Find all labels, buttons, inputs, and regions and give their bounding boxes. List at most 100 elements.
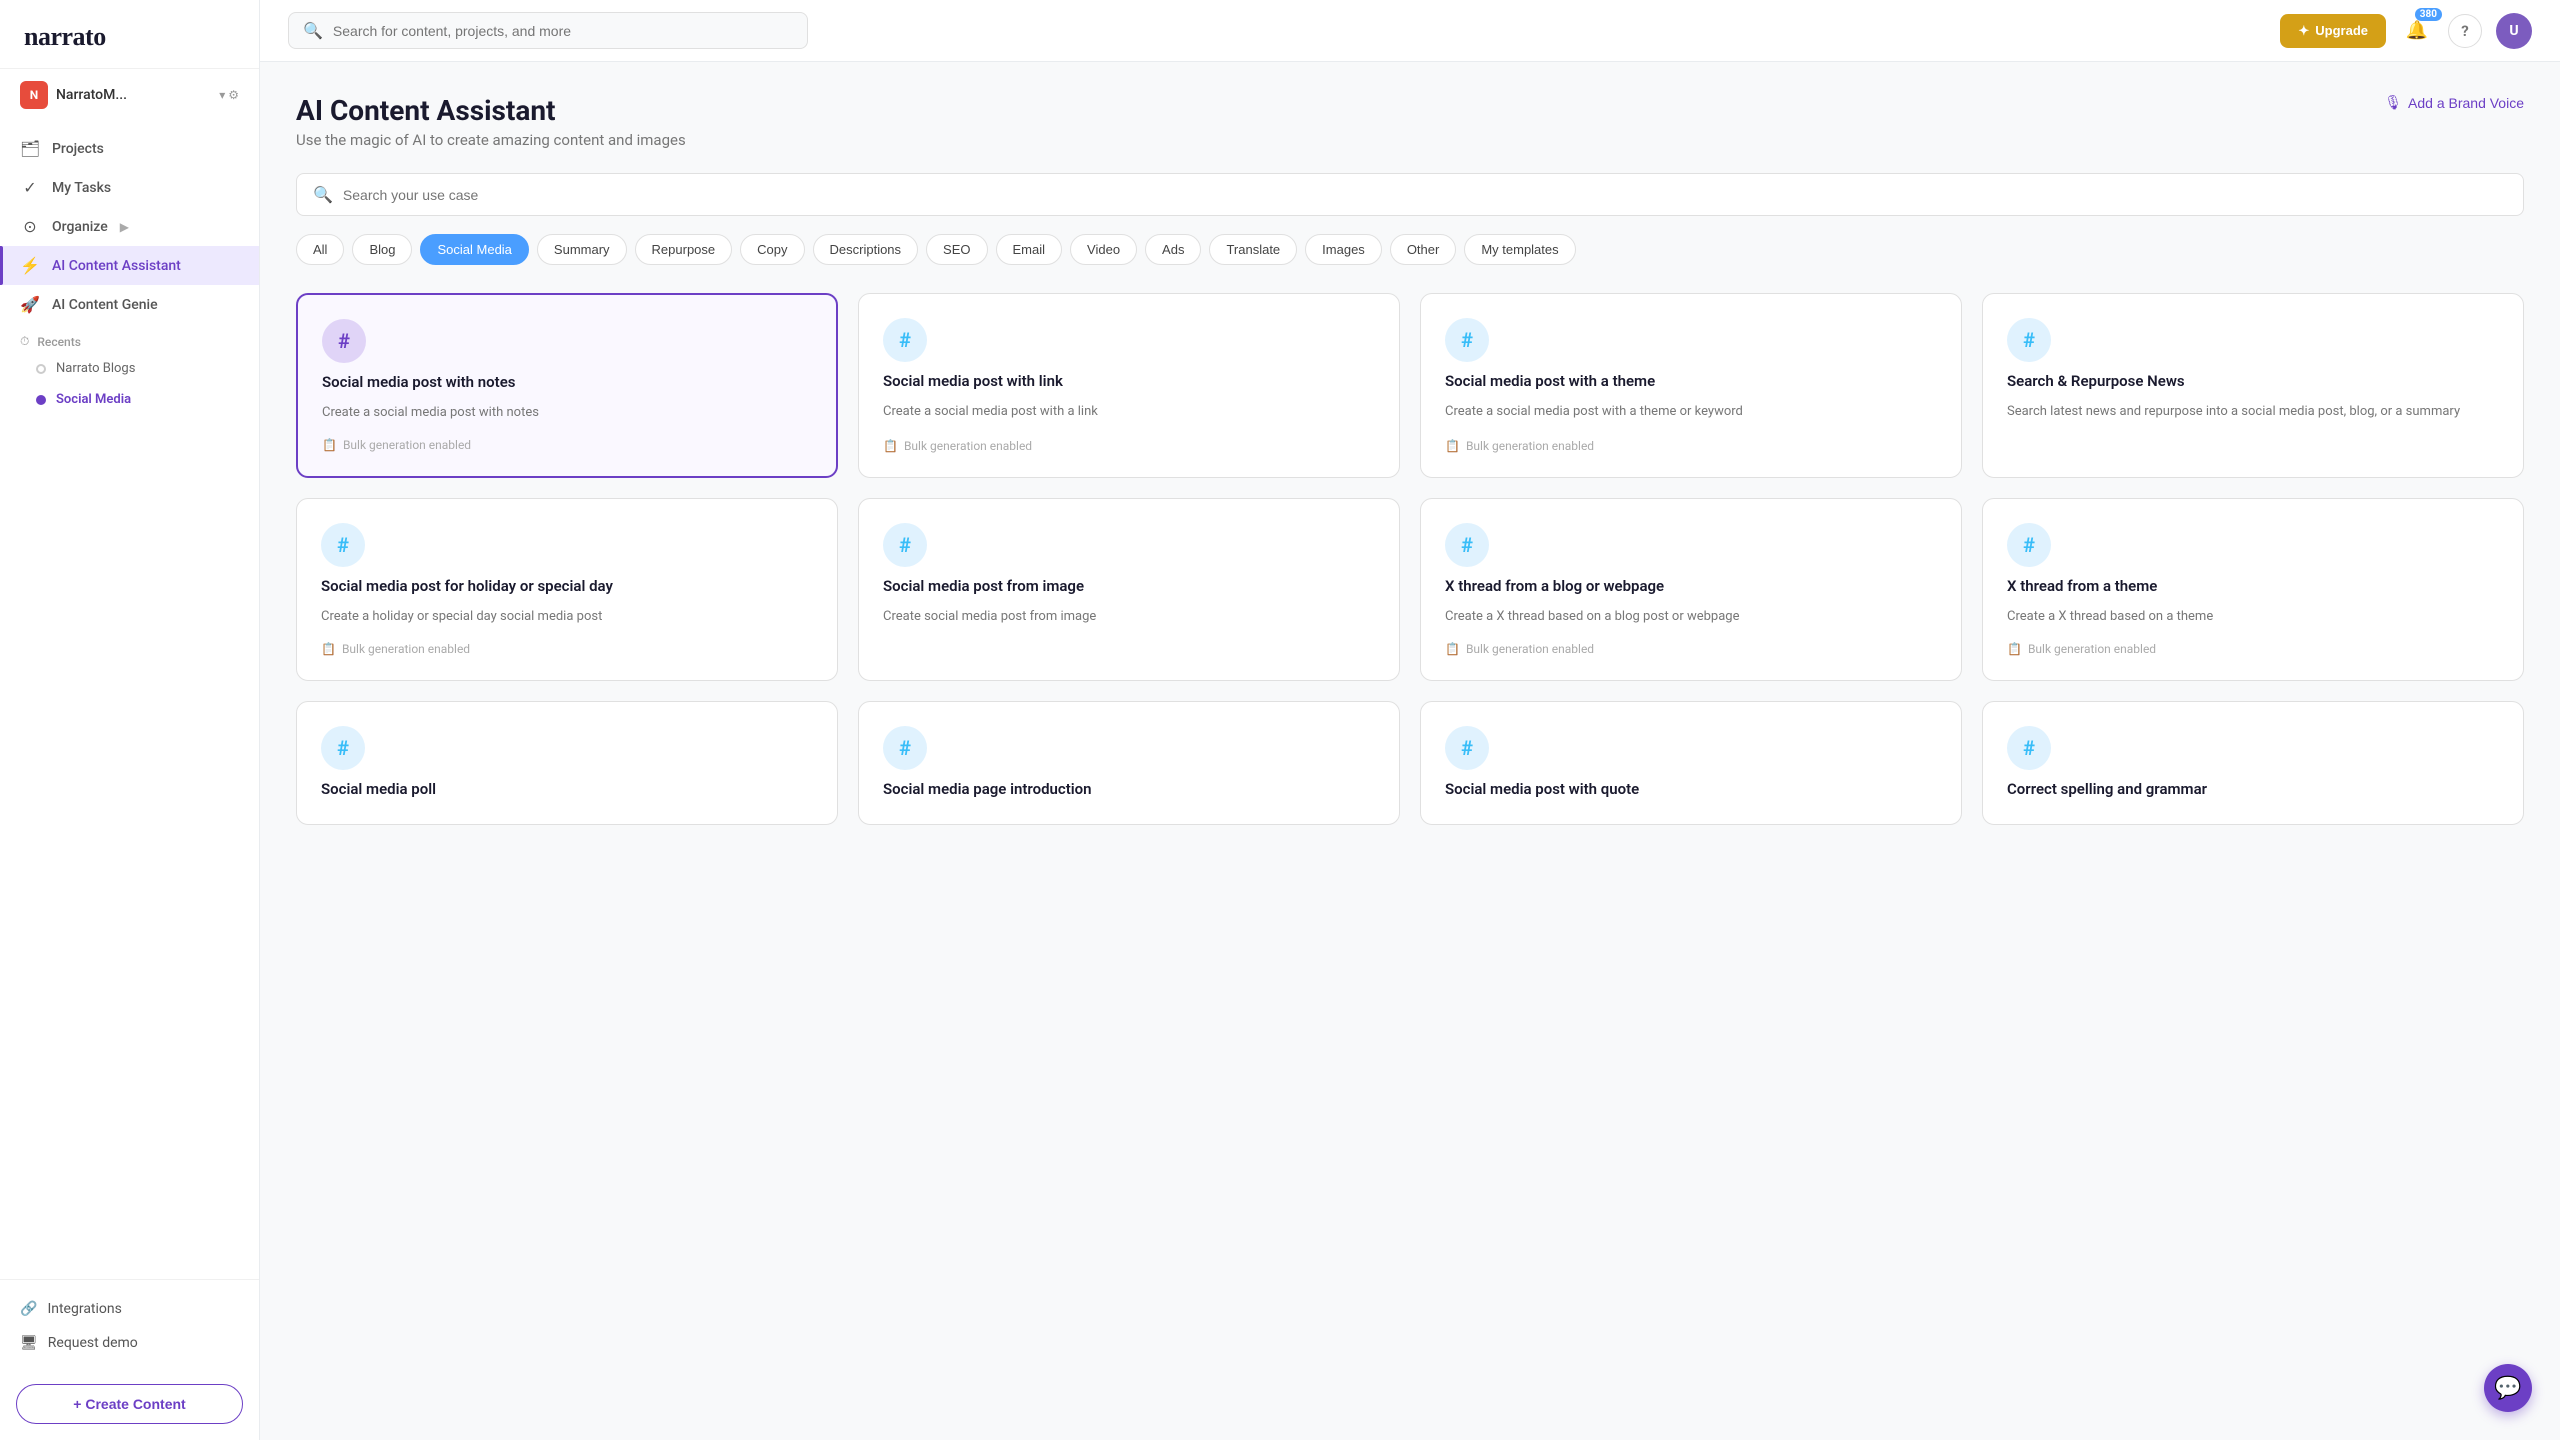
filter-chip-video[interactable]: Video bbox=[1070, 234, 1137, 265]
main-content-area: 🔍 ✦ Upgrade 🔔 380 ? U AI Content Assista… bbox=[260, 0, 2560, 1440]
sidebar-item-request-demo[interactable]: 🖥 Request demo bbox=[20, 1326, 239, 1360]
card-desc-x-thread-blog: Create a X thread based on a blog post o… bbox=[1445, 607, 1937, 627]
sidebar-item-ai-content-genie[interactable]: 🚀 AI Content Genie bbox=[0, 285, 259, 324]
card-social-holiday[interactable]: #Social media post for holiday or specia… bbox=[296, 498, 838, 681]
card-icon-x-thread-theme: # bbox=[2007, 523, 2051, 567]
card-desc-social-image: Create social media post from image bbox=[883, 607, 1375, 657]
search-icon: 🔍 bbox=[303, 21, 323, 40]
page-content: AI Content Assistant Use the magic of AI… bbox=[260, 62, 2560, 1440]
card-desc-search-repurpose-news: Search latest news and repurpose into a … bbox=[2007, 402, 2499, 454]
filter-chip-other[interactable]: Other bbox=[1390, 234, 1457, 265]
card-icon-social-theme: # bbox=[1445, 318, 1489, 362]
filter-chip-copy[interactable]: Copy bbox=[740, 234, 804, 265]
filter-chip-descriptions[interactable]: Descriptions bbox=[813, 234, 919, 265]
chat-support-button[interactable]: 💬 bbox=[2484, 1364, 2532, 1412]
card-desc-social-holiday: Create a holiday or special day social m… bbox=[321, 607, 813, 627]
organize-chevron-icon: ▶ bbox=[120, 220, 129, 234]
monitor-icon: 🖥 bbox=[20, 1335, 38, 1351]
workspace-avatar: N bbox=[20, 81, 48, 109]
card-icon-social-notes: # bbox=[322, 319, 366, 363]
logo-area: narrato bbox=[0, 0, 259, 69]
mic-icon: 🎙 bbox=[2384, 94, 2402, 111]
card-title-correct-spelling: Correct spelling and grammar bbox=[2007, 780, 2499, 800]
global-search-input[interactable] bbox=[333, 23, 793, 39]
use-case-search-input[interactable] bbox=[343, 187, 2507, 203]
create-content-button[interactable]: + Create Content bbox=[16, 1384, 243, 1424]
card-social-theme[interactable]: # Social media post with a theme Create a … bbox=[1420, 293, 1962, 478]
card-social-image[interactable]: #Social media post from imageCreate soci… bbox=[858, 498, 1400, 681]
notifications-button[interactable]: 🔔 380 bbox=[2400, 14, 2434, 48]
card-title-social-image: Social media post from image bbox=[883, 577, 1375, 597]
filter-chip-ads[interactable]: Ads bbox=[1145, 234, 1201, 265]
sidebar-item-projects[interactable]: 🗂 Projects bbox=[0, 129, 259, 168]
global-search-bar[interactable]: 🔍 bbox=[288, 12, 808, 49]
card-x-thread-blog[interactable]: #X thread from a blog or webpageCreate a… bbox=[1420, 498, 1962, 681]
cards-grid: # Social media post with notes Create a so… bbox=[296, 293, 2524, 825]
card-social-page-intro[interactable]: #Social media page introduction bbox=[858, 701, 1400, 825]
card-desc-x-thread-theme: Create a X thread based on a theme bbox=[2007, 607, 2499, 627]
card-icon-search-repurpose-news: # bbox=[2007, 318, 2051, 362]
card-social-link[interactable]: #Social media post with linkCreate a soc… bbox=[858, 293, 1400, 478]
sidebar-recent-narrato-blogs[interactable]: Narrato Blogs bbox=[0, 353, 259, 384]
sidebar-item-my-tasks[interactable]: ✓ My Tasks bbox=[0, 168, 259, 207]
filter-chip-summary[interactable]: Summary bbox=[537, 234, 627, 265]
projects-icon: 🗂 bbox=[20, 139, 40, 158]
recent-dot-icon bbox=[36, 364, 46, 374]
card-desc-social-link: Create a social media post with a link bbox=[883, 402, 1375, 424]
card-social-notes[interactable]: # Social media post with notes Create a so… bbox=[296, 293, 838, 478]
card-title-search-repurpose-news: Search & Repurpose News bbox=[2007, 372, 2499, 392]
sidebar-item-ai-content-assistant[interactable]: ⚡ AI Content Assistant bbox=[0, 246, 259, 285]
bulk-icon: 📋 bbox=[1445, 439, 1460, 453]
sidebar-item-label-ai-assistant: AI Content Assistant bbox=[52, 258, 181, 274]
notification-count-badge: 380 bbox=[2415, 8, 2442, 21]
sidebar-item-integrations[interactable]: 🔗 Integrations bbox=[20, 1292, 239, 1326]
upgrade-star-icon: ✦ bbox=[2298, 23, 2309, 39]
card-social-poll[interactable]: #Social media poll bbox=[296, 701, 838, 825]
filter-chip-repurpose[interactable]: Repurpose bbox=[635, 234, 733, 265]
bulk-icon: 📋 bbox=[883, 439, 898, 453]
card-bulk-x-thread-theme: 📋Bulk generation enabled bbox=[2007, 642, 2499, 656]
card-icon-social-quote: # bbox=[1445, 726, 1489, 770]
page-title-group: AI Content Assistant Use the magic of AI… bbox=[296, 94, 686, 149]
card-bulk-x-thread-blog: 📋Bulk generation enabled bbox=[1445, 642, 1937, 656]
sidebar-bottom-section: 🔗 Integrations 🖥 Request demo bbox=[0, 1279, 259, 1372]
filter-chip-seo[interactable]: SEO bbox=[926, 234, 987, 265]
card-social-quote[interactable]: #Social media post with quote bbox=[1420, 701, 1962, 825]
card-search-repurpose-news[interactable]: # Search & Repurpose News Search latest ne… bbox=[1982, 293, 2524, 478]
sidebar-item-label-organize: Organize bbox=[52, 219, 108, 235]
card-desc-social-theme: Create a social media post with a theme … bbox=[1445, 402, 1937, 424]
card-icon-social-poll: # bbox=[321, 726, 365, 770]
use-case-search-icon: 🔍 bbox=[313, 185, 333, 204]
card-title-social-notes: Social media post with notes bbox=[322, 373, 812, 393]
card-title-social-page-intro: Social media page introduction bbox=[883, 780, 1375, 800]
card-title-social-holiday: Social media post for holiday or special… bbox=[321, 577, 813, 597]
integrations-icon: 🔗 bbox=[20, 1301, 37, 1317]
card-bulk-social-theme: 📋Bulk generation enabled bbox=[1445, 439, 1937, 453]
user-avatar[interactable]: U bbox=[2496, 13, 2532, 49]
filter-chip-images[interactable]: Images bbox=[1305, 234, 1382, 265]
app-logo: narrato bbox=[24, 22, 106, 51]
card-bulk-social-notes: 📋Bulk generation enabled bbox=[322, 438, 812, 452]
page-subtitle: Use the magic of AI to create amazing co… bbox=[296, 131, 686, 149]
card-desc-social-notes: Create a social media post with notes bbox=[322, 403, 812, 423]
workspace-selector[interactable]: N NarratoM... ▾ ⚙ bbox=[0, 69, 259, 121]
filter-chip-my-templates[interactable]: My templates bbox=[1464, 234, 1575, 265]
card-title-x-thread-blog: X thread from a blog or webpage bbox=[1445, 577, 1937, 597]
help-button[interactable]: ? bbox=[2448, 14, 2482, 48]
filter-chip-all[interactable]: All bbox=[296, 234, 344, 265]
filter-chip-email[interactable]: Email bbox=[996, 234, 1063, 265]
page-header: AI Content Assistant Use the magic of AI… bbox=[296, 94, 2524, 149]
add-brand-voice-button[interactable]: 🎙 Add a Brand Voice bbox=[2384, 94, 2524, 111]
card-x-thread-theme[interactable]: #X thread from a themeCreate a X thread … bbox=[1982, 498, 2524, 681]
upgrade-button[interactable]: ✦ Upgrade bbox=[2280, 14, 2386, 48]
sidebar-recent-social-media[interactable]: Social Media bbox=[0, 384, 259, 415]
card-correct-spelling[interactable]: #Correct spelling and grammar bbox=[1982, 701, 2524, 825]
filter-chip-blog[interactable]: Blog bbox=[352, 234, 412, 265]
use-case-search-bar[interactable]: 🔍 bbox=[296, 173, 2524, 216]
sidebar-item-organize[interactable]: ⊙ Organize ▶ bbox=[0, 207, 259, 246]
filter-chip-social-media[interactable]: Social Media bbox=[420, 234, 528, 265]
sidebar-item-label-tasks: My Tasks bbox=[52, 180, 111, 196]
topbar-right-actions: ✦ Upgrade 🔔 380 ? U bbox=[2280, 13, 2532, 49]
filter-chip-translate[interactable]: Translate bbox=[1209, 234, 1297, 265]
card-title-social-theme: Social media post with a theme bbox=[1445, 372, 1937, 392]
